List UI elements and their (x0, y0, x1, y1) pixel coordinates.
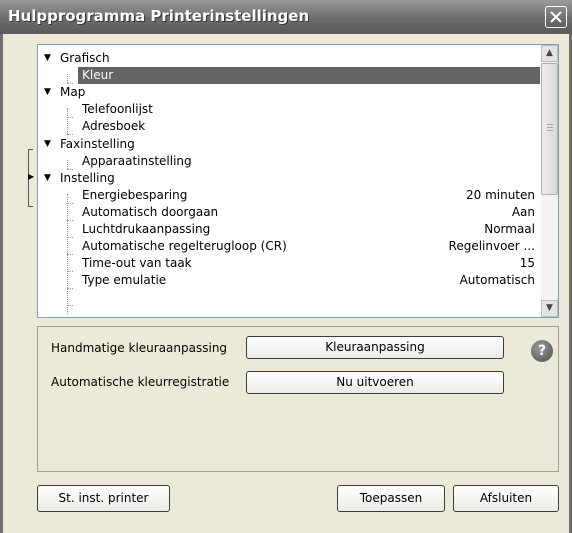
selection-highlight (78, 67, 540, 84)
close-window-button[interactable] (545, 6, 567, 28)
tree-item-label: Map (60, 85, 86, 99)
tree-viewport: ▼ Grafisch Kleur ▼ Map Telefoonlijst Adr… (38, 45, 541, 317)
tree-item-automatisch-doorgaan[interactable]: Automatisch doorgaan Aan (38, 204, 541, 221)
tree-item-value: 15 (519, 256, 535, 270)
tree-item-label: Faxinstelling (60, 137, 135, 151)
tree-item-label: Kleur (82, 68, 114, 82)
scroll-grip (547, 127, 553, 128)
chevron-up-icon: ▲ (546, 48, 553, 58)
tree-item-regelterugloop[interactable]: Automatische regelterugloop (CR) Regelin… (38, 238, 541, 255)
tree-item-value: Regelinvoer ... (448, 239, 535, 253)
printer-settings-window: Hulpprogramma Printerinstellingen ▶ ▼ Gr… (0, 0, 572, 533)
tree-item-label: Type emulatie (82, 273, 167, 287)
tree-item-value: 20 minuten (465, 188, 535, 202)
tree-item-luchtdrukaanpassing[interactable]: Luchtdrukaanpassing Normaal (38, 221, 541, 238)
title-bar[interactable]: Hulpprogramma Printerinstellingen (0, 0, 572, 34)
tree-group-instelling[interactable]: ▼ Instelling (38, 170, 541, 187)
tree-item-telefoonlijst[interactable]: Telefoonlijst (38, 101, 541, 118)
close-icon (550, 11, 562, 23)
tree-item-kleur[interactable]: Kleur (38, 67, 541, 84)
tree-item-label: Instelling (60, 171, 115, 185)
triangle-right-icon: ▶ (28, 172, 35, 181)
window-title: Hulpprogramma Printerinstellingen (8, 7, 310, 25)
tree-group-faxinstelling[interactable]: ▼ Faxinstelling (38, 136, 541, 153)
tree-item-type-emulatie[interactable]: Type emulatie Automatisch (38, 272, 541, 289)
tree-item-adresboek[interactable]: Adresboek (38, 118, 541, 135)
tree-group-grafisch[interactable]: ▼ Grafisch (38, 50, 541, 67)
scroll-thumb[interactable] (541, 63, 558, 195)
settings-tree[interactable]: ▼ Grafisch Kleur ▼ Map Telefoonlijst Adr… (37, 44, 559, 318)
triangle-down-icon[interactable]: ▼ (44, 136, 51, 153)
scroll-grip (547, 124, 553, 125)
scroll-up-button[interactable]: ▲ (541, 45, 558, 62)
triangle-down-icon[interactable]: ▼ (44, 50, 51, 67)
tree-item-label: Grafisch (60, 51, 110, 65)
tree-item-value: Automatisch (459, 273, 535, 287)
scroll-down-button[interactable]: ▼ (541, 300, 558, 317)
tree-group-map[interactable]: ▼ Map (38, 84, 541, 101)
tree-scrollbar[interactable]: ▲ ▼ (541, 45, 558, 317)
tree-item-label: Telefoonlijst (82, 102, 153, 116)
tree-item-label: Luchtdrukaanpassing (82, 222, 211, 236)
triangle-down-icon[interactable]: ▼ (44, 170, 51, 187)
tree-line (67, 305, 73, 306)
tree-item-value: Aan (511, 205, 535, 219)
tree-item-energiebesparing[interactable]: Energiebesparing 20 minuten (38, 187, 541, 204)
tree-item-label: Automatische regelterugloop (CR) (82, 239, 287, 253)
scroll-grip (547, 130, 553, 131)
tree-item-label: Apparaatinstelling (82, 154, 192, 168)
printer-status-button[interactable]: St. inst. printer (37, 485, 170, 512)
tree-item-value: Normaal (484, 222, 535, 236)
tree-item-time-out[interactable]: Time-out van taak 15 (38, 255, 541, 272)
tree-item-label: Time-out van taak (82, 256, 192, 270)
manual-color-label: Handmatige kleuraanpassing (51, 341, 228, 355)
triangle-down-icon[interactable]: ▼ (44, 84, 51, 101)
tree-item-apparaatinstelling[interactable]: Apparaatinstelling (38, 153, 541, 170)
tree-item-label: Automatisch doorgaan (82, 205, 219, 219)
tree-item-label: Energiebesparing (82, 188, 188, 202)
chevron-down-icon: ▼ (546, 303, 553, 313)
run-now-button[interactable]: Nu uitvoeren (246, 371, 504, 394)
apply-button[interactable]: Toepassen (337, 485, 445, 512)
window-frame-left (0, 34, 3, 533)
close-button[interactable]: Afsluiten (453, 485, 559, 512)
help-icon[interactable]: ? (531, 340, 553, 362)
tree-item-label: Adresboek (82, 119, 146, 133)
color-adjustment-button[interactable]: Kleuraanpassing (246, 336, 504, 359)
auto-registration-label: Automatische kleurregistratie (51, 375, 230, 389)
